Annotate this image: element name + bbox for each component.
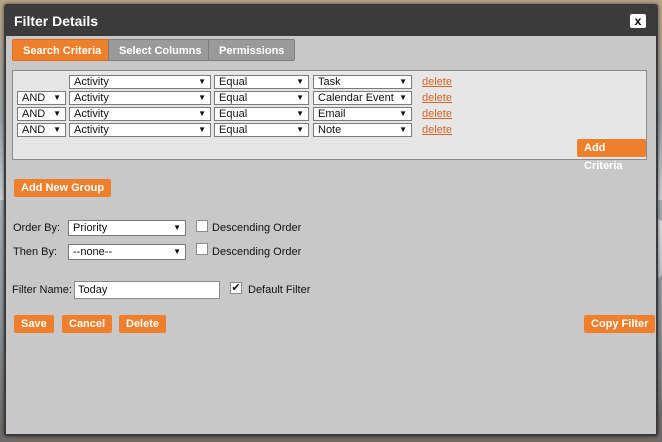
chevron-down-icon: ▼ [399,109,407,118]
order-by-label: Order By: [13,222,61,234]
order-desc-label: Descending Order [212,222,302,234]
order-desc-checkbox[interactable] [196,220,208,232]
then-desc-label: Descending Order [212,246,302,258]
criteria-operator-select[interactable]: Equal ▼ [214,107,309,121]
criteria-value-select[interactable]: Note ▼ [313,123,412,137]
delete-criteria-link[interactable]: delete [422,92,452,104]
chevron-down-icon: ▼ [173,247,181,256]
filter-details-dialog: Filter Details x Search Criteria Select … [4,4,658,436]
criteria-field-select[interactable]: Activity ▼ [69,123,211,137]
checkmark-icon: ✔ [231,282,241,294]
chevron-down-icon: ▼ [198,77,206,86]
default-filter-label: Default Filter [248,284,311,296]
chevron-down-icon: ▼ [296,93,304,102]
add-criteria-button[interactable]: Add Criteria [577,139,646,172]
dialog-content: Search Criteria Select Columns Permissio… [6,36,656,434]
chevron-down-icon: ▼ [173,223,181,232]
chevron-down-icon: ▼ [53,93,61,102]
cancel-button[interactable]: Cancel [62,315,113,333]
chevron-down-icon: ▼ [296,77,304,86]
criteria-operator-select[interactable]: Equal ▼ [214,123,309,137]
tab-search-criteria[interactable]: Search Criteria [12,39,113,61]
chevron-down-icon: ▼ [399,93,407,102]
order-by-select[interactable]: Priority ▼ [68,220,186,236]
close-icon[interactable]: x [630,14,646,28]
criteria-field-select[interactable]: Activity ▼ [69,91,211,105]
criteria-connector-select[interactable]: AND ▼ [17,107,66,121]
default-filter-checkbox[interactable]: ✔ [230,282,242,294]
criteria-value-select[interactable]: Calendar Event ▼ [313,91,412,105]
chevron-down-icon: ▼ [198,93,206,102]
criteria-connector-select[interactable]: AND ▼ [17,123,66,137]
filter-name-input[interactable]: Today [74,281,220,299]
then-by-label: Then By: [13,246,58,258]
then-desc-checkbox[interactable] [196,243,208,255]
add-new-group-button[interactable]: Add New Group [14,179,112,197]
then-by-select[interactable]: --none-- ▼ [68,244,186,260]
chevron-down-icon: ▼ [296,125,304,134]
criteria-value-select[interactable]: Task ▼ [313,75,412,89]
dialog-titlebar: Filter Details x [4,4,658,36]
chevron-down-icon: ▼ [198,109,206,118]
delete-criteria-link[interactable]: delete [422,108,452,120]
delete-criteria-link[interactable]: delete [422,124,452,136]
dialog-title: Filter Details [14,13,99,29]
copy-filter-button[interactable]: Copy Filter [584,315,656,333]
chevron-down-icon: ▼ [198,125,206,134]
criteria-field-select[interactable]: Activity ▼ [69,75,211,89]
criteria-field-select[interactable]: Activity ▼ [69,107,211,121]
criteria-group: Activity ▼ Equal ▼ Task ▼ delete AND ▼ Activ… [12,70,647,172]
tab-select-columns[interactable]: Select Columns [108,39,213,61]
criteria-value-select[interactable]: Email ▼ [313,107,412,121]
chevron-down-icon: ▼ [399,125,407,134]
criteria-operator-select[interactable]: Equal ▼ [214,91,309,105]
tab-permissions[interactable]: Permissions [208,39,296,61]
delete-filter-button[interactable]: Delete [119,315,167,333]
delete-criteria-link[interactable]: delete [422,76,452,88]
save-button[interactable]: Save [14,315,54,333]
criteria-operator-select[interactable]: Equal ▼ [214,75,309,89]
criteria-connector-select[interactable]: AND ▼ [17,91,66,105]
chevron-down-icon: ▼ [296,109,304,118]
chevron-down-icon: ▼ [399,77,407,86]
filter-name-label: Filter Name: [12,284,72,296]
chevron-down-icon: ▼ [53,125,61,134]
chevron-down-icon: ▼ [53,109,61,118]
